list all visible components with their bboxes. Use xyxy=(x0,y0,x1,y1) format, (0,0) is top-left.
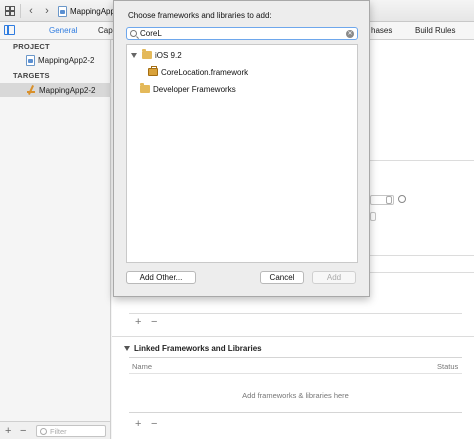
sidebar-bottom-bar: + − Filter xyxy=(0,421,111,439)
arrow-circle-icon[interactable] xyxy=(398,195,406,203)
divider xyxy=(112,336,474,337)
sidebar-item-project[interactable]: MappingApp2-2 xyxy=(0,53,111,67)
project-file-icon xyxy=(58,5,67,17)
grid-icon[interactable] xyxy=(3,4,17,18)
add-framework-icon[interactable]: + xyxy=(135,418,141,430)
section-title: Linked Frameworks and Libraries xyxy=(134,344,262,353)
folder-icon xyxy=(140,83,150,93)
add-button[interactable]: Add xyxy=(312,271,356,284)
project-section-header: PROJECT xyxy=(13,42,50,51)
remove-embedded-icon[interactable]: − xyxy=(151,316,157,328)
project-sidebar: PROJECT MappingApp2-2 TARGETS MappingApp… xyxy=(0,40,111,421)
sidebar-toggle-icon[interactable] xyxy=(4,25,15,35)
clear-icon[interactable]: ✕ xyxy=(346,30,354,38)
framework-tree: iOS 9.2 CoreLocation.framework Developer… xyxy=(126,44,358,263)
divider xyxy=(370,255,474,256)
add-frameworks-sheet: Choose frameworks and libraries to add: … xyxy=(113,0,370,297)
xcode-window: ‹ › MappingApp General Cap hases Build R… xyxy=(0,0,474,439)
add-icon[interactable]: + xyxy=(5,425,11,437)
filter-placeholder: Filter xyxy=(50,426,67,436)
tab-capabilities[interactable]: Cap xyxy=(98,26,113,35)
remove-icon[interactable]: − xyxy=(20,425,26,437)
toolbox-icon xyxy=(148,66,158,76)
sidebar-item-target[interactable]: MappingApp2-2 xyxy=(0,83,111,97)
back-arrow-icon[interactable]: ‹ xyxy=(24,4,38,18)
search-icon xyxy=(130,30,137,37)
divider xyxy=(20,4,21,18)
remove-framework-icon[interactable]: − xyxy=(151,418,157,430)
version-popup[interactable] xyxy=(370,195,394,205)
breadcrumb-file-label: MappingApp xyxy=(70,6,115,16)
tab-build-phases[interactable]: hases xyxy=(371,26,392,35)
cancel-button[interactable]: Cancel xyxy=(260,271,304,284)
forward-arrow-icon[interactable]: › xyxy=(40,4,54,18)
disclosure-triangle-icon xyxy=(124,346,130,351)
project-file-icon xyxy=(26,54,35,66)
stepper-icon[interactable] xyxy=(370,212,376,221)
tab-general[interactable]: General xyxy=(49,26,77,35)
targets-section-header: TARGETS xyxy=(13,71,50,80)
tree-row-label: iOS 9.2 xyxy=(155,50,182,60)
column-header-status[interactable]: Status xyxy=(437,362,458,371)
divider xyxy=(370,160,474,161)
search-value: CoreL xyxy=(140,29,162,38)
linked-frameworks-table: Name Status Add frameworks & libraries h… xyxy=(129,357,462,413)
tree-row-ios[interactable]: iOS 9.2 xyxy=(127,48,357,62)
tree-row-corelocation[interactable]: CoreLocation.framework xyxy=(127,65,357,79)
column-header-name[interactable]: Name xyxy=(132,362,152,371)
empty-table-placeholder: Add frameworks & libraries here xyxy=(242,391,349,400)
filter-input[interactable]: Filter xyxy=(36,425,106,437)
app-target-icon xyxy=(26,85,36,95)
tree-row-developer-frameworks[interactable]: Developer Frameworks xyxy=(127,82,357,96)
divider xyxy=(129,313,462,314)
add-other-button[interactable]: Add Other... xyxy=(126,271,196,284)
sheet-title: Choose frameworks and libraries to add: xyxy=(128,11,272,20)
tree-row-label: Developer Frameworks xyxy=(153,84,236,94)
framework-search-input[interactable]: CoreL ✕ xyxy=(126,27,358,40)
add-embedded-icon[interactable]: + xyxy=(135,316,141,328)
filter-icon xyxy=(40,427,47,435)
stepper-icon xyxy=(386,196,392,204)
linked-frameworks-header[interactable]: Linked Frameworks and Libraries xyxy=(124,344,262,353)
disclosure-triangle-icon[interactable] xyxy=(131,52,137,58)
folder-icon xyxy=(142,49,152,59)
breadcrumb[interactable]: MappingApp xyxy=(58,5,115,17)
sidebar-item-label: MappingApp2-2 xyxy=(39,85,96,95)
tree-row-label: CoreLocation.framework xyxy=(161,67,249,77)
divider xyxy=(370,272,474,273)
sidebar-item-label: MappingApp2-2 xyxy=(38,55,95,65)
divider xyxy=(129,373,462,374)
tab-build-rules[interactable]: Build Rules xyxy=(415,26,455,35)
